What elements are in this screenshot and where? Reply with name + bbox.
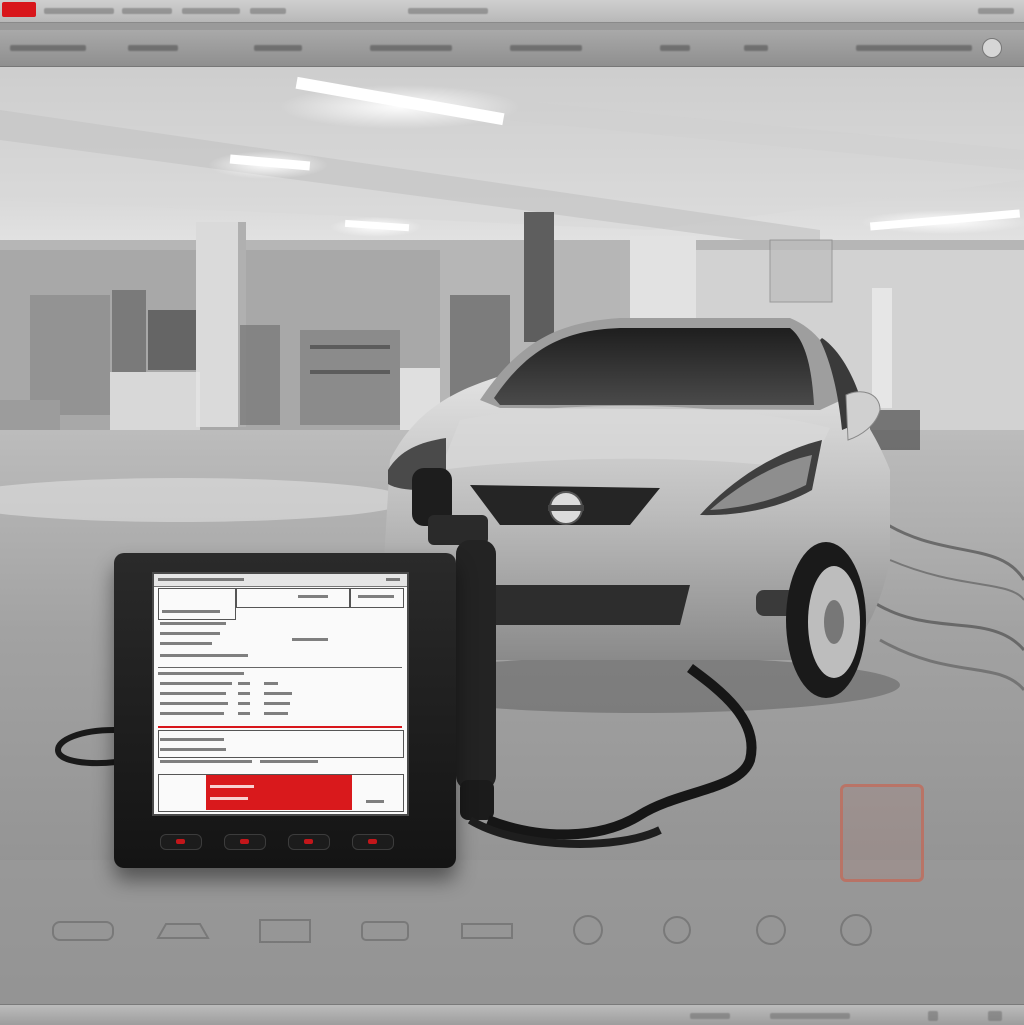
obd-scanner-icon [259, 919, 311, 943]
device-button[interactable] [160, 834, 202, 850]
bottom-bar [0, 1004, 1024, 1025]
car-icon [756, 915, 786, 945]
diagnostic-emblem-icon [840, 784, 924, 882]
scanner-screen [152, 572, 409, 816]
brand-logo [2, 2, 36, 17]
car-icon [52, 921, 114, 941]
car-icon [840, 914, 872, 946]
car-icon [573, 915, 603, 945]
screen-title-bar [154, 574, 407, 587]
top-menu-bar [0, 0, 1024, 23]
obd-scanner-icon [361, 921, 409, 941]
device-button[interactable] [352, 834, 394, 850]
device-button[interactable] [288, 834, 330, 850]
account-icon[interactable] [982, 38, 1002, 58]
device-button[interactable] [224, 834, 266, 850]
car-icon [663, 916, 691, 944]
navigation-bar [0, 30, 1024, 67]
car-icon [461, 923, 513, 939]
car-icon [156, 923, 210, 939]
